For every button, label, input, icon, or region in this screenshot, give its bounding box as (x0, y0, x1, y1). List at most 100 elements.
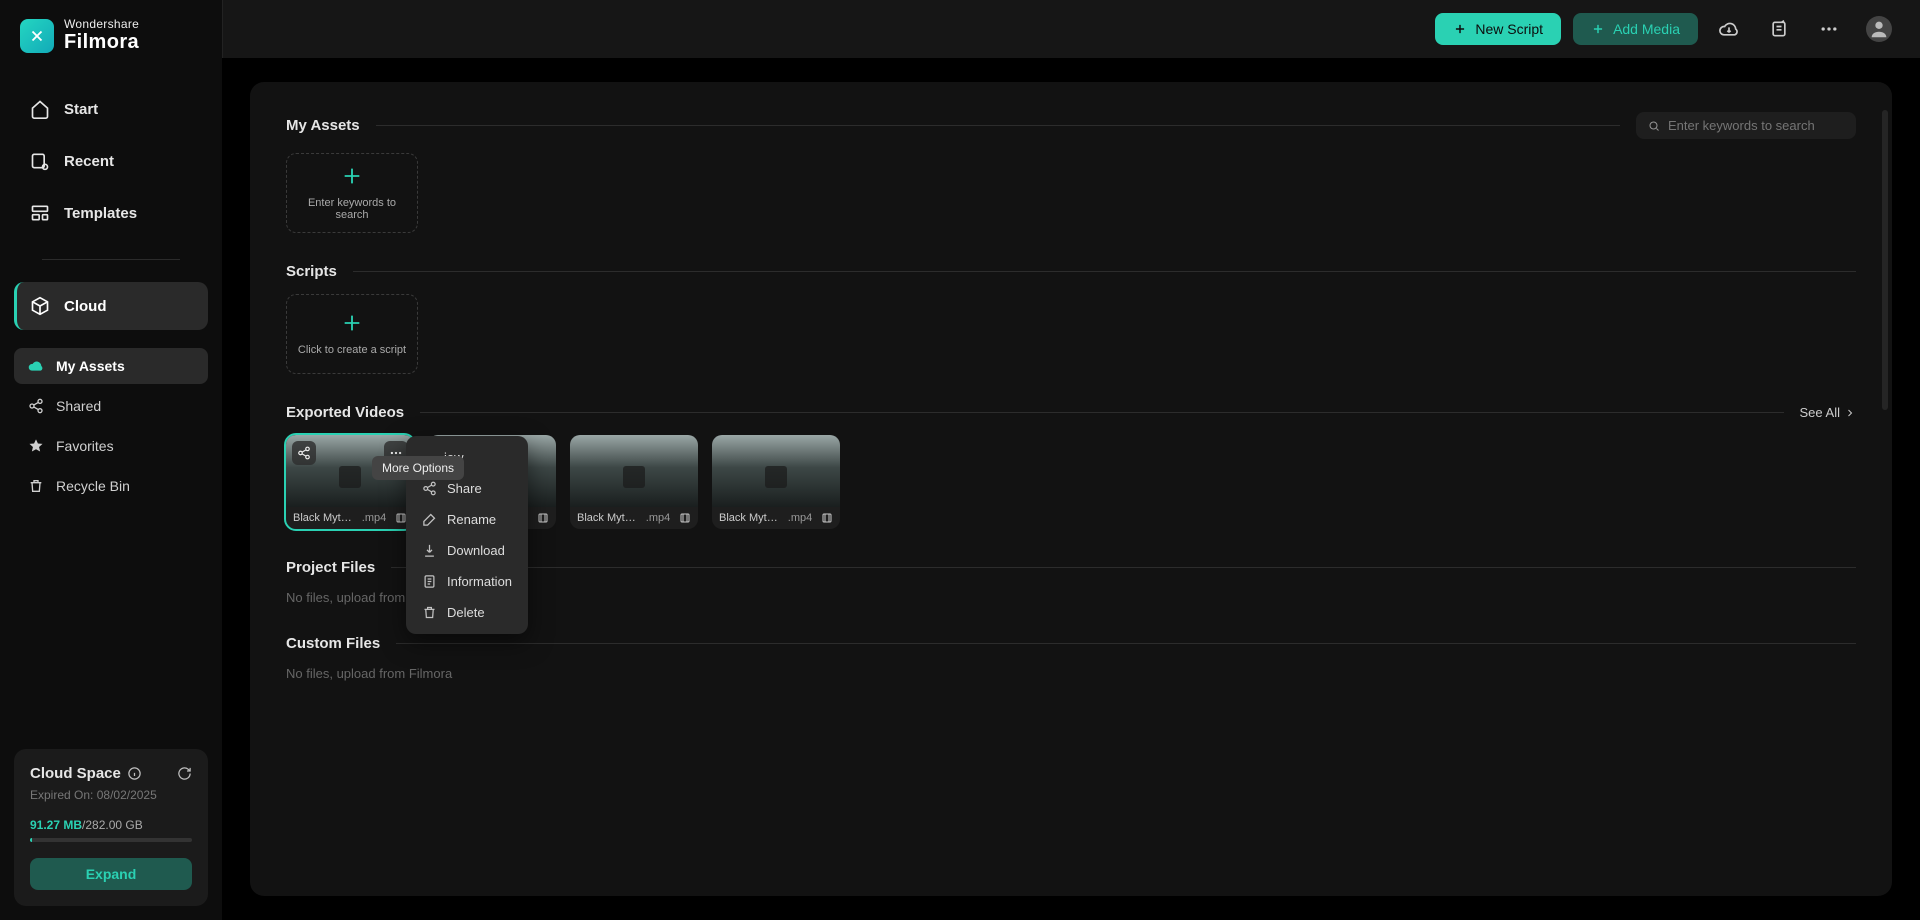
video-thumbnail (712, 435, 840, 507)
more-icon[interactable] (1810, 10, 1848, 48)
add-script-card[interactable]: Click to create a script (286, 294, 418, 374)
recent-icon (30, 151, 50, 171)
ctx-label-rename: Rename (447, 512, 496, 527)
section-my-assets: My Assets Enter keywords to search (286, 112, 1856, 233)
section-scripts: Scripts Click to create a script (286, 263, 1856, 374)
notes-icon[interactable] (1760, 10, 1798, 48)
sidebar-item-favorites[interactable]: Favorites (14, 428, 208, 464)
see-all-label: See All (1800, 405, 1840, 420)
nav-label-cloud: Cloud (64, 298, 107, 315)
plus-icon (1591, 22, 1605, 36)
cloud-space-title: Cloud Space (30, 765, 121, 782)
logo-mark-icon (20, 19, 54, 53)
sub-label-recycle: Recycle Bin (56, 478, 130, 494)
nav-label-start: Start (64, 101, 98, 118)
sidebar-item-recycle-bin[interactable]: Recycle Bin (14, 468, 208, 504)
trash-icon (28, 478, 44, 494)
ctx-item-delete[interactable]: Delete (406, 597, 528, 628)
user-avatar[interactable] (1860, 10, 1898, 48)
search-icon (1648, 119, 1660, 133)
sidebar: Wondershare Filmora Start Recent Templat… (0, 0, 222, 920)
content-panel: My Assets Enter keywords to search (250, 82, 1892, 896)
nav-item-templates[interactable]: Templates (14, 189, 208, 237)
refresh-icon[interactable] (177, 766, 192, 781)
scripts-title: Scripts (286, 263, 337, 280)
cloud-used: 91.27 MB (30, 818, 82, 832)
info-icon (127, 766, 142, 781)
exported-title: Exported Videos (286, 404, 404, 421)
cloud-usage-bar (30, 838, 192, 842)
add-script-caption: Click to create a script (290, 344, 414, 356)
video-card[interactable]: Black Myth ... .mp4 (286, 435, 414, 529)
search-box[interactable] (1636, 112, 1856, 139)
nav-item-recent[interactable]: Recent (14, 137, 208, 185)
video-thumbnail (570, 435, 698, 507)
film-icon (537, 512, 549, 524)
download-icon (422, 543, 437, 558)
search-input[interactable] (1668, 118, 1844, 133)
sub-label-shared: Shared (56, 398, 101, 414)
ctx-label-share: Share (447, 481, 482, 496)
cloud-expired-date: 08/02/2025 (97, 788, 157, 802)
star-icon (28, 438, 44, 454)
brand-top: Wondershare (64, 18, 139, 31)
cloud-expired-label: Expired On: (30, 788, 93, 802)
templates-icon (30, 203, 50, 223)
secondary-nav: My Assets Shared Favorites Recycle Bin (0, 348, 222, 504)
expand-button[interactable]: Expand (30, 858, 192, 890)
video-name: Black Myth Ga... (577, 512, 637, 524)
sidebar-item-shared[interactable]: Shared (14, 388, 208, 424)
document-icon (422, 574, 437, 589)
plus-icon (341, 312, 363, 334)
film-icon (679, 512, 691, 524)
ctx-label-delete: Delete (447, 605, 485, 620)
see-all-link[interactable]: See All (1800, 405, 1856, 420)
trash-icon (422, 605, 437, 620)
add-asset-card[interactable]: Enter keywords to search (286, 153, 418, 233)
video-name: Black Myth Ga... (719, 512, 779, 524)
home-icon (30, 99, 50, 119)
ctx-item-information[interactable]: Information (406, 566, 528, 597)
brand-name: Filmora (64, 31, 139, 53)
cloud-icon (28, 358, 44, 374)
ctx-label-download: Download (447, 543, 505, 558)
video-name: Black Myth ... (293, 512, 353, 524)
new-script-label: New Script (1475, 21, 1543, 37)
cube-icon (30, 296, 50, 316)
nav-divider (42, 259, 180, 260)
video-ext: .mp4 (646, 512, 670, 524)
custom-files-title: Custom Files (286, 635, 380, 652)
ctx-item-download[interactable]: Download (406, 535, 528, 566)
sidebar-item-my-assets[interactable]: My Assets (14, 348, 208, 384)
add-media-button[interactable]: Add Media (1573, 13, 1698, 45)
video-card[interactable]: Black Myth Ga... .mp4 (712, 435, 840, 529)
share-icon (422, 481, 437, 496)
add-asset-caption: Enter keywords to search (287, 197, 417, 221)
new-script-button[interactable]: New Script (1435, 13, 1561, 45)
top-header: New Script Add Media (222, 0, 1920, 58)
more-options-tooltip: More Options (372, 456, 464, 480)
nav-item-start[interactable]: Start (14, 85, 208, 133)
scrollbar[interactable] (1882, 110, 1888, 410)
project-files-title: Project Files (286, 559, 375, 576)
video-card[interactable]: Black Myth Ga... .mp4 (570, 435, 698, 529)
ctx-label-information: Information (447, 574, 512, 589)
chevron-right-icon (1844, 407, 1856, 419)
share-icon (28, 398, 44, 414)
sub-label-favorites: Favorites (56, 438, 114, 454)
primary-nav: Start Recent Templates Cloud (0, 71, 222, 330)
video-ext: .mp4 (788, 512, 812, 524)
plus-icon (341, 165, 363, 187)
nav-label-templates: Templates (64, 205, 137, 222)
nav-item-cloud[interactable]: Cloud (14, 282, 208, 330)
cloud-download-icon[interactable] (1710, 10, 1748, 48)
video-ext: .mp4 (362, 512, 386, 524)
nav-label-recent: Recent (64, 153, 114, 170)
add-media-label: Add Media (1613, 21, 1680, 37)
cloud-space-card: Cloud Space Expired On: 08/02/2025 91.27… (14, 749, 208, 906)
app-logo: Wondershare Filmora (0, 0, 222, 71)
section-custom-files: Custom Files No files, upload from Filmo… (286, 635, 1856, 681)
ctx-item-rename[interactable]: Rename (406, 504, 528, 535)
film-icon (821, 512, 833, 524)
share-overlay-icon[interactable] (292, 441, 316, 465)
